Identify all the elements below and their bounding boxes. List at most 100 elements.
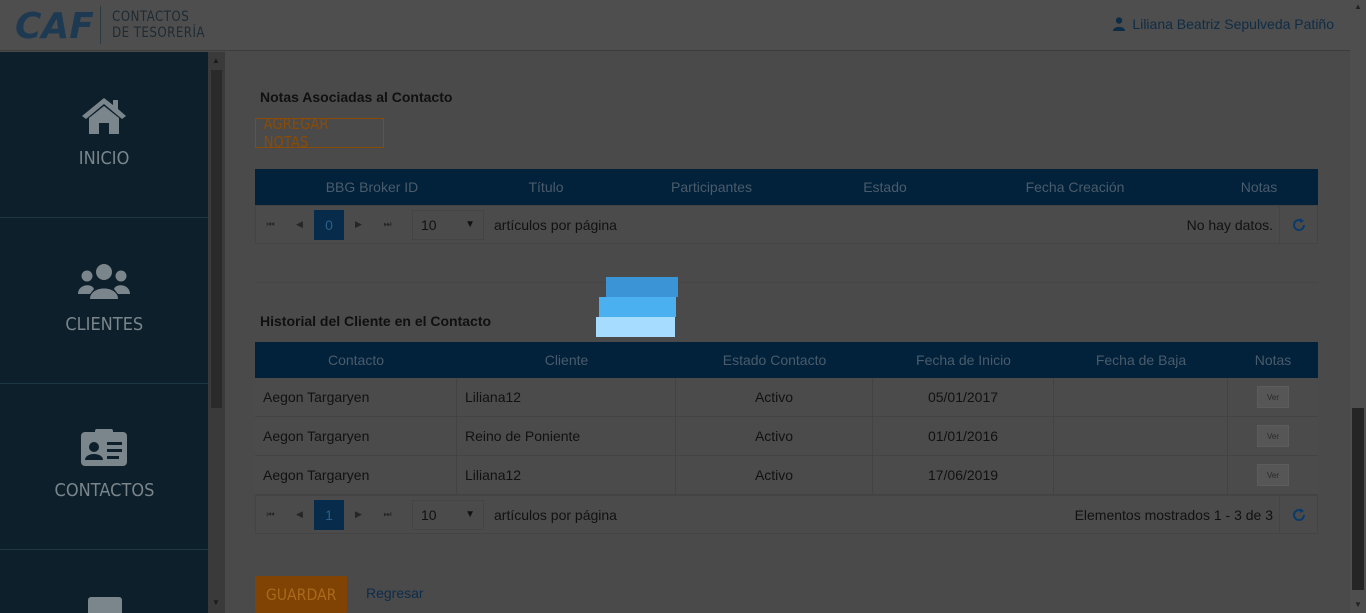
first-page-icon[interactable]: ⏮	[256, 500, 285, 530]
history-grid: Contacto Cliente Estado Contacto Fecha d…	[255, 342, 1318, 534]
section-divider	[255, 282, 1318, 283]
cell-cliente: Reino de Poniente	[457, 416, 676, 456]
sidebar-item-contactos[interactable]: CONTACTOS	[0, 384, 208, 550]
chevron-down-icon: ▼	[465, 219, 475, 230]
history-section-title: Historial del Cliente en el Contacto	[260, 313, 492, 329]
next-page-icon[interactable]: ▶	[344, 500, 373, 530]
scroll-up-icon[interactable]: ▲	[212, 56, 220, 65]
page-size-value: 10	[421, 506, 437, 523]
column-header[interactable]: Notas	[1228, 352, 1318, 368]
column-header[interactable]: Estado Contacto	[676, 352, 873, 368]
notes-section-title: Notas Asociadas al Contacto	[260, 89, 453, 105]
last-page-icon[interactable]: ⏭	[373, 500, 402, 530]
chevron-down-icon: ▼	[465, 509, 475, 520]
cell-fecha-inicio: 17/06/2019	[873, 455, 1054, 495]
column-header[interactable]: Contacto	[255, 352, 457, 368]
sidebar-next-icon	[88, 597, 122, 613]
sidebar-item-inicio[interactable]: INICIO	[0, 52, 208, 218]
top-header: CAF CONTACTOS DE TESORERÍA Liliana Beatr…	[0, 0, 1350, 51]
save-button[interactable]: GUARDAR	[255, 576, 347, 613]
column-header[interactable]: Notas	[1200, 179, 1318, 195]
cell-contacto: Aegon Targaryen	[255, 416, 457, 456]
caf-logo[interactable]: CAF	[15, 6, 95, 44]
sidebar-scroll-thumb[interactable]	[211, 70, 222, 408]
column-header[interactable]: BBG Broker ID	[255, 179, 489, 195]
current-page[interactable]: 0	[314, 209, 344, 240]
app-title-line1: CONTACTOS	[112, 9, 190, 25]
cell-contacto: Aegon Targaryen	[255, 455, 457, 495]
app-title: CONTACTOS DE TESORERÍA	[112, 9, 205, 41]
column-header[interactable]: Estado	[820, 179, 950, 195]
first-page-icon[interactable]: ⏮	[256, 210, 285, 240]
logo-divider	[100, 6, 101, 44]
sidebar: INICIO CLIENTES CONTACTOS	[0, 52, 208, 613]
view-notes-button[interactable]: Ver	[1257, 386, 1289, 408]
sidebar-item-label: CLIENTES	[65, 314, 143, 335]
user-menu[interactable]: Liliana Beatriz Sepulveda Patiño	[1113, 16, 1334, 32]
user-name: Liliana Beatriz Sepulveda Patiño	[1132, 16, 1334, 32]
cell-estado: Activo	[676, 377, 873, 417]
current-page[interactable]: 1	[314, 499, 344, 530]
cell-notas: Ver	[1228, 378, 1318, 417]
back-link[interactable]: Regresar	[366, 585, 424, 601]
column-header[interactable]: Cliente	[457, 352, 676, 368]
scroll-down-icon[interactable]: ▼	[212, 598, 220, 607]
page-size-value: 10	[421, 216, 437, 233]
page-size-select[interactable]: 10 ▼	[412, 499, 484, 530]
add-notes-button[interactable]: AGREGAR NOTAS	[255, 115, 384, 151]
pager-info: Elementos mostrados 1 - 3 de 3	[1074, 506, 1273, 523]
per-page-label: artículos por página	[494, 506, 617, 523]
column-header[interactable]: Fecha de Baja	[1054, 352, 1228, 368]
save-label: GUARDAR	[265, 585, 337, 604]
home-icon	[82, 98, 126, 134]
sidebar-item-clientes[interactable]: CLIENTES	[0, 218, 208, 384]
page-scroll-thumb[interactable]	[1352, 408, 1364, 590]
refresh-icon[interactable]	[1279, 496, 1317, 533]
table-row[interactable]: Aegon Targaryen Liliana12 Activo 17/06/2…	[255, 455, 1318, 495]
notes-grid: BBG Broker ID Título Participantes Estad…	[255, 169, 1318, 244]
cell-cliente: Liliana12	[457, 455, 676, 495]
cell-fecha-inicio: 05/01/2017	[873, 377, 1054, 417]
prev-page-icon[interactable]: ◀	[285, 210, 314, 240]
page-size-select[interactable]: 10 ▼	[412, 209, 484, 240]
cell-cliente: Liliana12	[457, 377, 676, 417]
cell-fecha-inicio: 01/01/2016	[873, 416, 1054, 456]
last-page-icon[interactable]: ⏭	[373, 210, 402, 240]
cell-estado: Activo	[676, 455, 873, 495]
loading-bar	[599, 297, 676, 317]
column-header[interactable]: Título	[489, 179, 603, 195]
cell-fecha-baja	[1054, 377, 1228, 417]
main-content: Notas Asociadas al Contacto AGREGAR NOTA…	[225, 52, 1350, 613]
loading-bar	[596, 317, 675, 337]
history-grid-header: Contacto Cliente Estado Contacto Fecha d…	[255, 342, 1318, 378]
next-page-icon[interactable]: ▶	[344, 210, 373, 240]
users-icon	[78, 264, 130, 299]
view-notes-button[interactable]: Ver	[1257, 464, 1289, 486]
column-header[interactable]: Participantes	[603, 179, 820, 195]
notes-pager: ⏮ ◀ 0 ▶ ⏭ 10 ▼ artículos por página No h…	[255, 205, 1318, 244]
per-page-label: artículos por página	[494, 216, 617, 233]
refresh-icon[interactable]	[1279, 206, 1317, 243]
scroll-up-icon[interactable]: ▲	[1354, 2, 1362, 11]
column-header[interactable]: Fecha de Inicio	[873, 352, 1054, 368]
column-header[interactable]: Fecha Creación	[950, 179, 1200, 195]
cell-notas: Ver	[1228, 417, 1318, 456]
history-pager: ⏮ ◀ 1 ▶ ⏭ 10 ▼ artículos por página Elem…	[255, 495, 1318, 534]
sidebar-item-label: CONTACTOS	[54, 480, 154, 501]
table-row[interactable]: Aegon Targaryen Reino de Poniente Activo…	[255, 416, 1318, 456]
app-title-line2: DE TESORERÍA	[112, 25, 205, 41]
scroll-down-icon[interactable]: ▼	[1354, 600, 1362, 609]
cell-fecha-baja	[1054, 416, 1228, 456]
add-notes-label: AGREGAR NOTAS	[263, 115, 329, 151]
pager-info: No hay datos.	[1186, 216, 1273, 233]
sidebar-item-label: INICIO	[78, 148, 130, 169]
cell-contacto: Aegon Targaryen	[255, 377, 457, 417]
table-row[interactable]: Aegon Targaryen Liliana12 Activo 05/01/2…	[255, 377, 1318, 417]
loading-bar	[606, 277, 678, 297]
view-notes-button[interactable]: Ver	[1257, 425, 1289, 447]
prev-page-icon[interactable]: ◀	[285, 500, 314, 530]
notes-grid-header: BBG Broker ID Título Participantes Estad…	[255, 169, 1318, 205]
cell-notas: Ver	[1228, 456, 1318, 495]
logo-text: CAF	[15, 6, 94, 44]
contact-card-icon	[81, 429, 127, 466]
